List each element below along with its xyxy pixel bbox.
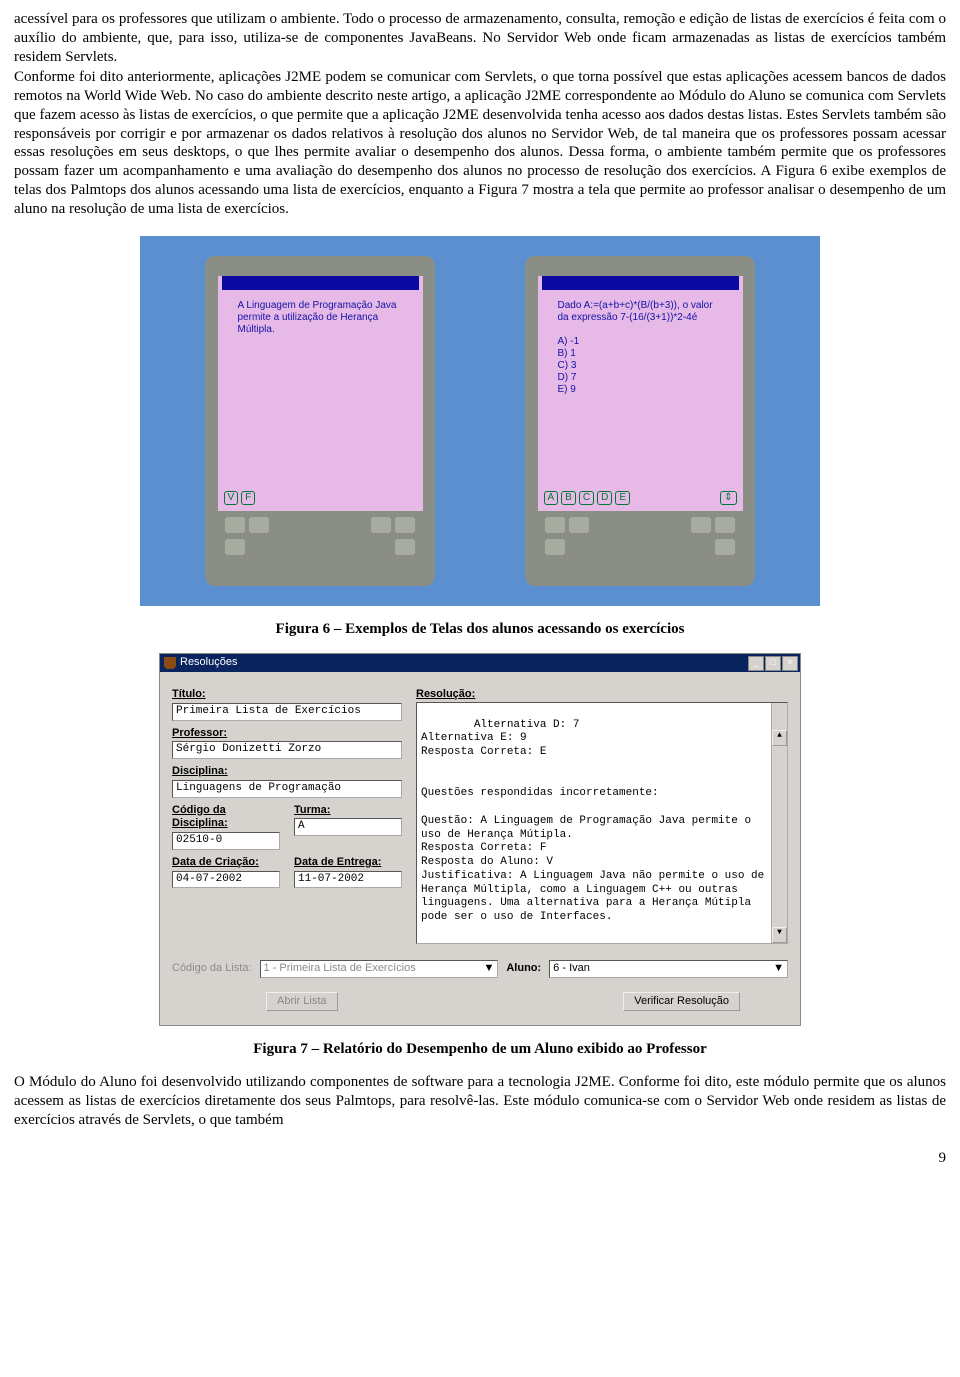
paragraph-2: Conforme foi dito anteriormente, aplicaç… (14, 68, 946, 218)
professor-label: Professor: (172, 727, 402, 741)
maximize-button[interactable]: □ (765, 656, 781, 671)
aluno-label: Aluno: (506, 962, 541, 976)
codigo-disciplina-label: Código da Disciplina: (172, 804, 280, 832)
paragraph-3: O Módulo do Aluno foi desenvolvido utili… (14, 1073, 946, 1129)
java-cup-icon (164, 657, 176, 669)
disciplina-label: Disciplina: (172, 765, 402, 779)
codigo-lista-combo[interactable]: 1 - Primeira Lista de Exercícios▼ (260, 960, 499, 978)
pda-btn-b[interactable]: B (561, 491, 576, 506)
pda-btn-v[interactable]: V (224, 491, 239, 506)
pda-question-text: A Linguagem de Programação Java permite … (218, 296, 423, 340)
pda-btn-f[interactable]: F (241, 491, 255, 506)
pda-screen: Dado A:=(a+b+c)*(B/(b+3)), o valor da ex… (538, 276, 743, 511)
resolucao-textarea[interactable]: Alternativa D: 7 Alternativa E: 9 Respos… (416, 702, 788, 944)
aluno-combo[interactable]: 6 - Ivan▼ (549, 960, 788, 978)
data-criacao-field[interactable]: 04-07-2002 (172, 871, 280, 889)
menu-icon[interactable] (395, 517, 415, 533)
codigo-disciplina-field[interactable]: 02510-0 (172, 832, 280, 850)
turma-field[interactable]: A (294, 818, 402, 836)
file-icon[interactable] (715, 539, 735, 555)
data-criacao-label: Data de Criação: (172, 856, 280, 870)
pda-question-text: Dado A:=(a+b+c)*(B/(b+3)), o valor da ex… (538, 296, 743, 400)
pda-nav-icons (217, 511, 423, 533)
disciplina-field[interactable]: Linguagens de Programação (172, 780, 402, 798)
pda-nav-icons (537, 511, 743, 533)
cards-icon[interactable] (545, 539, 565, 555)
pda-device-right: Dado A:=(a+b+c)*(B/(b+3)), o valor da ex… (525, 256, 755, 586)
figure-7-caption: Figura 7 – Relatório do Desempenho de um… (14, 1040, 946, 1059)
pda-nav-icon[interactable]: ⇕ (720, 491, 736, 506)
professor-field[interactable]: Sérgio Donizetti Zorzo (172, 741, 402, 759)
chevron-down-icon: ▼ (483, 962, 494, 976)
home-icon[interactable] (225, 517, 245, 533)
menu-icon[interactable] (715, 517, 735, 533)
pda-btn-d[interactable]: D (597, 491, 612, 506)
clock-icon[interactable] (249, 517, 269, 533)
pda-titlebar (542, 276, 739, 290)
pda-screen: A Linguagem de Programação Java permite … (218, 276, 423, 511)
pda-btn-a[interactable]: A (544, 491, 559, 506)
data-entrega-field[interactable]: 11-07-2002 (294, 871, 402, 889)
pda-device-left: A Linguagem de Programação Java permite … (205, 256, 435, 586)
window-title-text: Resoluções (180, 656, 237, 670)
window-titlebar[interactable]: Resoluções _ □ × (160, 654, 800, 672)
verificar-resolucao-button[interactable]: Verificar Resolução (623, 992, 740, 1012)
grid-icon[interactable] (691, 517, 711, 533)
titulo-field[interactable]: Primeira Lista de Exercícios (172, 703, 402, 721)
grid-icon[interactable] (371, 517, 391, 533)
pda-answer-buttons: V F (224, 491, 256, 506)
titulo-label: Título: (172, 688, 402, 702)
pda-titlebar (222, 276, 419, 290)
turma-label: Turma: (294, 804, 402, 818)
resolucao-label: Resolução: (416, 688, 788, 702)
figure-6-caption: Figura 6 – Exemplos de Telas dos alunos … (14, 620, 946, 639)
close-button[interactable]: × (782, 656, 798, 671)
data-entrega-label: Data de Entrega: (294, 856, 402, 870)
abrir-lista-button[interactable]: Abrir Lista (266, 992, 338, 1012)
file-icon[interactable] (395, 539, 415, 555)
scroll-down-button[interactable]: ▼ (772, 927, 787, 943)
resolucoes-window: Resoluções _ □ × Título: Primeira Lista … (159, 653, 801, 1026)
pda-btn-c[interactable]: C (579, 491, 594, 506)
pda-btn-e[interactable]: E (615, 491, 630, 506)
cards-icon[interactable] (225, 539, 245, 555)
chevron-down-icon: ▼ (773, 962, 784, 976)
scroll-up-button[interactable]: ▲ (772, 730, 787, 746)
pda-answer-buttons: A B C D E (544, 491, 630, 506)
paragraph-1: acessível para os professores que utiliz… (14, 10, 946, 66)
scrollbar[interactable]: ▲ ▼ (771, 703, 787, 943)
home-icon[interactable] (545, 517, 565, 533)
page-number: 9 (14, 1149, 946, 1168)
clock-icon[interactable] (569, 517, 589, 533)
codigo-lista-label: Código da Lista: (172, 962, 252, 976)
minimize-button[interactable]: _ (748, 656, 764, 671)
figure-6-container: A Linguagem de Programação Java permite … (140, 236, 820, 606)
